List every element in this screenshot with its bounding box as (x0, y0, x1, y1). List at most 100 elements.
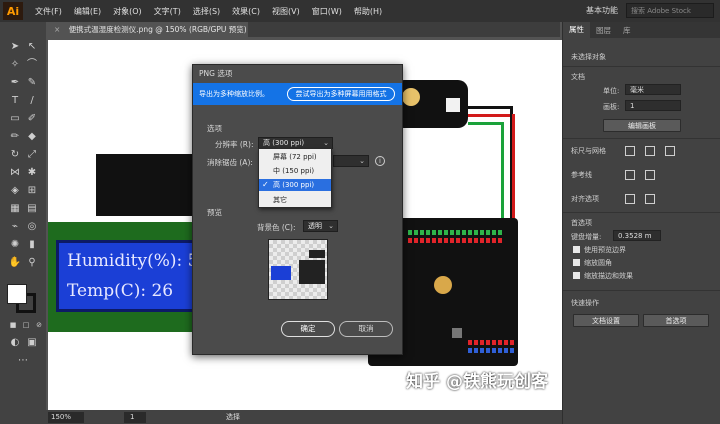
eraser-tool-icon[interactable]: ◆ (24, 130, 40, 144)
blend-tool-icon[interactable]: ◎ (24, 220, 40, 234)
document-setup-button[interactable]: 文档设置 (573, 314, 639, 327)
tab-libraries[interactable]: 库 (617, 25, 637, 36)
thumb-board (299, 260, 325, 284)
ok-button[interactable]: 确定 (281, 321, 335, 337)
preferences-header: 首选项 (571, 219, 592, 227)
guides-icon[interactable] (625, 170, 635, 180)
more-tools-icon[interactable]: ⋯ (15, 354, 31, 368)
resolution-label: 分辨率 (R): (215, 140, 254, 149)
close-icon[interactable]: × (54, 25, 60, 34)
line-tool-icon[interactable]: / (24, 94, 40, 108)
lcd-screen: Humidity(%): 5 Temp(C): 26 (56, 240, 204, 312)
shape-builder-icon[interactable]: ◈ (7, 184, 23, 198)
workspace-switcher[interactable]: 基本功能 (586, 5, 618, 16)
thumb-sensor (309, 250, 325, 258)
units-select[interactable]: 毫米 (625, 84, 681, 95)
reset-button (452, 328, 462, 338)
pen-tool-icon[interactable]: ✒ (7, 76, 23, 90)
nudge-label: 键盘增量: (571, 233, 602, 241)
antialias-select[interactable]: ⌄ (333, 155, 369, 167)
mesh-tool-icon[interactable]: ▦ (7, 202, 23, 216)
magic-wand-icon[interactable]: ✧ (7, 58, 23, 72)
resolution-option-72[interactable]: 屏幕 (72 ppi) (259, 151, 331, 163)
sensor-connector (446, 98, 460, 112)
chevron-down-icon: ⌄ (323, 139, 329, 147)
menu-bar: Ai 文件(F) 编辑(E) 对象(O) 文字(T) 选择(S) 效果(C) 视… (0, 0, 720, 22)
cancel-button[interactable]: 取消 (339, 321, 393, 337)
shaper-tool-icon[interactable]: ✏ (7, 130, 23, 144)
info-icon[interactable]: i (375, 156, 385, 166)
resolution-option-150[interactable]: 中 (150 ppi) (259, 165, 331, 177)
options-header: 选项 (207, 124, 222, 133)
antialias-label: 消除锯齿 (A): (207, 158, 253, 167)
gradient-tool-icon[interactable]: ▤ (24, 202, 40, 216)
align-to-artboard-icon[interactable] (645, 194, 655, 204)
banner-text: 导出为多种缩放比例。 (199, 90, 269, 98)
menu-help[interactable]: 帮助(H) (354, 6, 382, 17)
ruler-icon[interactable] (625, 146, 635, 156)
menu-window[interactable]: 窗口(W) (312, 6, 342, 17)
scale-corners-label: 缩放圆角 (584, 259, 612, 267)
divider (563, 66, 720, 67)
perspective-grid-icon[interactable]: ⊞ (24, 184, 40, 198)
menu-object[interactable]: 对象(O) (113, 6, 142, 17)
menu-select[interactable]: 选择(S) (193, 6, 220, 17)
width-tool-icon[interactable]: ⋈ (7, 166, 23, 180)
hand-tool-icon[interactable]: ✋ (7, 256, 23, 270)
scale-tool-icon[interactable]: ⤢ (24, 148, 40, 162)
type-tool-icon[interactable]: T (7, 94, 23, 108)
power-header-red (468, 340, 516, 345)
scale-strokes-checkbox[interactable] (573, 272, 580, 279)
rotate-tool-icon[interactable]: ↻ (7, 148, 23, 162)
artboard-select[interactable]: 1 (625, 100, 681, 111)
menu-view[interactable]: 视图(V) (272, 6, 300, 17)
divider (563, 290, 720, 291)
grid-icon[interactable] (645, 146, 655, 156)
wire-red-vertical (512, 114, 515, 234)
curvature-tool-icon[interactable]: ✎ (24, 76, 40, 90)
menu-edit[interactable]: 编辑(E) (74, 6, 101, 17)
screen-mode-icon[interactable]: ▣ (24, 336, 40, 350)
nudge-input[interactable]: 0.3528 m (613, 230, 661, 241)
menu-file[interactable]: 文件(F) (35, 6, 62, 17)
tab-properties[interactable]: 属性 (563, 22, 590, 38)
puppet-warp-icon[interactable]: ✱ (24, 166, 40, 180)
menu-effect[interactable]: 效果(C) (232, 6, 260, 17)
resolution-option-300[interactable]: ✓ 高 (300 ppi) (259, 179, 331, 191)
preview-bounds-checkbox[interactable] (573, 246, 580, 253)
eyedropper-tool-icon[interactable]: ⌁ (7, 220, 23, 234)
fill-color-swatch[interactable] (7, 284, 27, 304)
resolution-value: 高 (300 ppi) (263, 139, 305, 147)
edit-artboard-button[interactable]: 编辑画板 (603, 119, 681, 132)
background-select[interactable]: 透明 ⌄ (303, 220, 338, 232)
zoom-field[interactable]: 150% (48, 411, 84, 423)
document-header: 文档 (571, 73, 585, 81)
stock-search-input[interactable]: 搜索 Adobe Stock (626, 3, 714, 18)
document-tab-bar: × 便携式温湿度检测仪.png @ 150% (RGB/GPU 预览) (48, 22, 560, 37)
artboard-number-field[interactable]: 1 (124, 411, 146, 423)
resolution-option-other[interactable]: 其它 (259, 194, 331, 206)
panel-tabs: 属性 图层 库 (563, 22, 720, 38)
none-swatch-icon[interactable]: ⊘ (31, 318, 47, 332)
tab-layers[interactable]: 图层 (590, 25, 617, 36)
zoom-tool-icon[interactable]: ⚲ (24, 256, 40, 270)
graph-tool-icon[interactable]: ▮ (24, 238, 40, 252)
draw-mode-icon[interactable]: ◐ (7, 336, 23, 350)
properties-panel: 属性 图层 库 未选择对象 文档 单位: 毫米 画板: 1 编辑画板 标尺与网格… (562, 22, 720, 424)
align-to-selection-icon[interactable] (625, 194, 635, 204)
lasso-icon[interactable]: ⌒ (24, 58, 40, 72)
direct-selection-tool-icon[interactable]: ↖ (24, 40, 40, 54)
menu-type[interactable]: 文字(T) (154, 6, 181, 17)
pixel-grid-icon[interactable] (665, 146, 675, 156)
selection-tool-icon[interactable]: ➤ (7, 40, 23, 54)
rectangle-tool-icon[interactable]: ▭ (7, 112, 23, 126)
paintbrush-tool-icon[interactable]: ✐ (24, 112, 40, 126)
lock-guides-icon[interactable] (645, 170, 655, 180)
document-tab[interactable]: × 便携式温湿度检测仪.png @ 150% (RGB/GPU 预览) (48, 22, 248, 37)
scale-corners-checkbox[interactable] (573, 259, 580, 266)
preview-bounds-label: 使用预览边界 (584, 246, 626, 254)
symbol-sprayer-icon[interactable]: ✺ (7, 238, 23, 252)
preferences-button[interactable]: 首选项 (643, 314, 709, 327)
export-screens-button[interactable]: 尝试导出为多种屏幕用用格式 (287, 87, 395, 101)
guides-header: 参考线 (571, 171, 592, 179)
